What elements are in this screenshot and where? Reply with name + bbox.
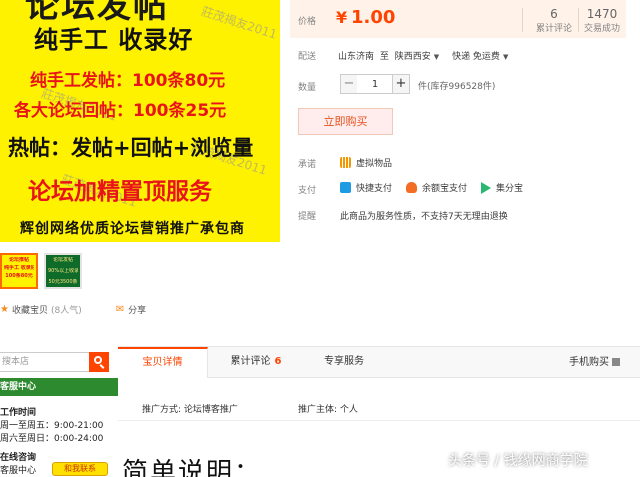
search-icon-handle: [99, 364, 105, 369]
banner-offer-posting: 纯手工发帖：100条80元: [30, 71, 226, 91]
work-hours-weekday: 周一至周五：9:00-21:00: [0, 421, 104, 431]
tab-details[interactable]: 宝贝详情: [118, 347, 208, 378]
share-icon: ✉: [115, 304, 125, 315]
tab-label: 累计评论: [230, 356, 271, 367]
quantity-input[interactable]: [357, 74, 393, 94]
notice-value: 此商品为服务性质，不支持7天无理由退换: [340, 212, 508, 222]
search-icon: [94, 356, 102, 364]
shop-search-button[interactable]: [89, 352, 109, 372]
detail-tabbar: 宝贝详情 累计评论 6 专享服务 手机购买: [118, 346, 640, 378]
price-currency: ¥: [336, 8, 348, 27]
favorite-count: (8人气): [50, 306, 82, 316]
favorite-link[interactable]: 收藏宝贝: [12, 303, 48, 316]
work-hours-weekend: 周六至周日：0:00-24:00: [0, 434, 104, 444]
chevron-down-icon: ▼: [433, 53, 440, 61]
delivery-label: 配送: [298, 52, 317, 62]
payment-label: 支付: [298, 186, 317, 196]
chevron-down-icon: ▼: [502, 53, 509, 61]
tab-label: 宝贝详情: [142, 357, 183, 368]
thumbnail-text: 论坛推帖: [8, 257, 29, 263]
tab-services[interactable]: 专享服务: [304, 347, 384, 378]
quantity-decrease-button[interactable]: −: [340, 74, 358, 94]
payment-method: 集分宝: [496, 184, 524, 194]
qr-code-icon: [612, 358, 620, 366]
tab-review-count: 6: [274, 356, 282, 367]
thumbnail-text: 纯手工 收录好: [4, 265, 34, 271]
online-consult-label: 客服中心: [0, 466, 37, 476]
tab-reviews[interactable]: 累计评论 6: [210, 347, 302, 378]
price-label: 价格: [298, 17, 317, 27]
banner-pin-service: 论坛加精置顶服务: [28, 179, 212, 205]
banner-hot-posts: 热帖：发帖+回帖+浏览量: [8, 136, 254, 160]
promise-item: 虚拟物品: [340, 156, 392, 169]
delivery-to-word: 至: [379, 52, 389, 62]
shipping-method: 快递 免运费: [452, 52, 500, 62]
thumbnail-2[interactable]: 论坛发帖 90%以上收录率 50元3500条: [44, 253, 82, 289]
mobile-buy-link[interactable]: 手机购买: [569, 347, 620, 378]
review-count: 6: [550, 7, 558, 21]
thumbnail-text: 论坛发帖: [52, 257, 73, 263]
main-product-image[interactable]: 莊茂揭友2011 莊茂揭友2011 莊茂揭友2011 莊茂揭友2011 论坛发帖…: [0, 0, 280, 242]
delivery-to-select[interactable]: 陕西西安 ▼: [395, 52, 439, 62]
online-consult-title: 在线咨询: [0, 453, 37, 463]
thumbnail-text: 90%以上收录率: [48, 268, 78, 274]
payment-method: 快捷支付: [356, 184, 393, 194]
deals-stat: 1470 交易成功: [582, 7, 622, 34]
attribute-promo-subject: 推广主体: 个人: [298, 405, 358, 415]
share-link[interactable]: 分享: [128, 303, 146, 316]
stock-text: 件(库存996528件): [418, 82, 496, 92]
delivery-from: 山东济南: [338, 52, 375, 62]
star-icon: ★: [0, 304, 9, 315]
mobile-buy-label: 手机购买: [569, 357, 609, 368]
delivery-info: 山东济南 至 陕西西安 ▼ 快递 免运费 ▼: [338, 49, 508, 62]
shipping-select[interactable]: 快递 免运费 ▼: [452, 52, 508, 62]
banner-offer-reply: 各大论坛回帖：100条25元: [14, 101, 227, 121]
product-page: 莊茂揭友2011 莊茂揭友2011 莊茂揭友2011 莊茂揭友2011 论坛发帖…: [0, 0, 640, 477]
quick-pay-icon: [340, 182, 351, 193]
thumbnail-text: 50元3500条: [48, 279, 78, 285]
customer-service-header: 客服中心: [0, 378, 118, 396]
description-title: 简单说明：: [122, 458, 263, 477]
delivery-to: 陕西西安: [394, 52, 431, 62]
payment-methods: 快捷支付 余额宝支付 集分宝: [340, 181, 523, 194]
banner-footer: 辉创网络优质论坛营销推广承包商: [20, 221, 245, 237]
thumbnail-1[interactable]: 论坛推帖 纯手工 收录好 100条80元: [0, 253, 38, 289]
favorite-share-row: ★ 收藏宝贝 (8人气) ✉ 分享: [0, 303, 146, 316]
shop-search-input[interactable]: 搜本店: [0, 352, 90, 372]
stat-divider: [522, 8, 523, 32]
thumbnail-text: 100条80元: [5, 273, 33, 279]
source-watermark: 头条号 / 钱缘网商学院: [448, 453, 588, 469]
banner-subtitle: 纯手工 收录好: [34, 26, 194, 54]
work-hours-title: 工作时间: [0, 408, 37, 418]
attribute-promo-method: 推广方式: 论坛博客推广: [142, 405, 238, 415]
deals-label: 交易成功: [583, 24, 620, 34]
quantity-increase-button[interactable]: +: [392, 74, 410, 94]
price-value: 1.00: [351, 7, 396, 28]
promise-value: 虚拟物品: [356, 159, 393, 169]
stat-divider: [578, 8, 579, 32]
tab-label: 专享服务: [324, 356, 364, 367]
divider: [118, 420, 640, 421]
payment-method: 余额宝支付: [422, 184, 468, 194]
review-stat[interactable]: 6 累计评论: [534, 7, 574, 34]
promise-label: 承诺: [298, 160, 317, 170]
notice-label: 提醒: [298, 212, 317, 222]
deals-count: 1470: [586, 7, 618, 21]
jifenbao-icon: [481, 181, 492, 194]
buy-now-button[interactable]: 立即购买: [298, 108, 393, 135]
image-watermark: 莊茂揭友2011: [199, 4, 279, 42]
quantity-label: 数量: [298, 83, 317, 93]
review-label: 累计评论: [535, 24, 572, 34]
contact-me-button[interactable]: 和我联系: [52, 462, 108, 476]
yuebao-icon: [406, 182, 418, 193]
virtual-goods-icon: [340, 157, 351, 168]
